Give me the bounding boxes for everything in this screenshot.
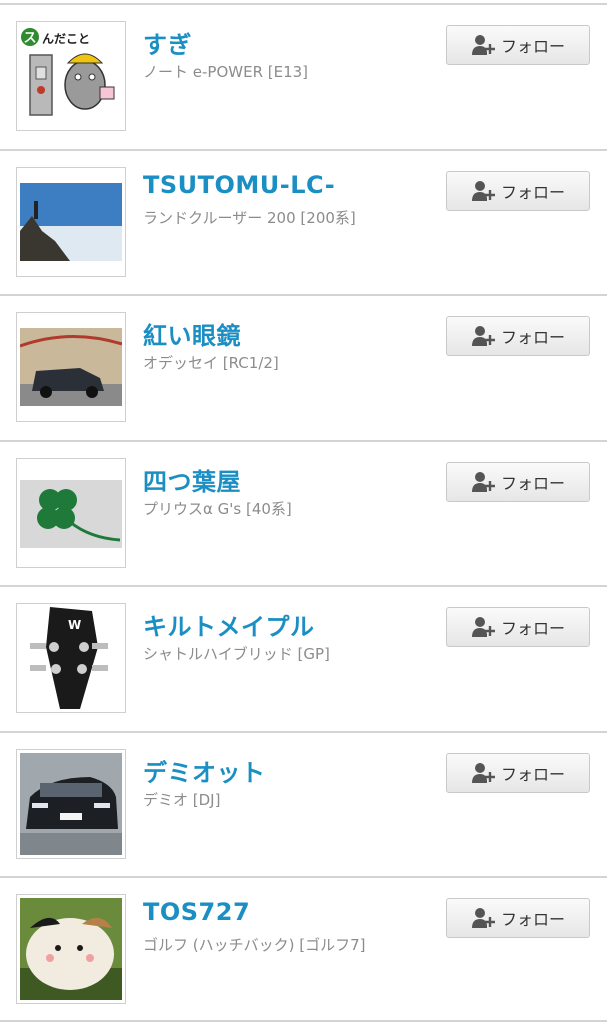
cartoon-cat-avatar-image: ス んだこと xyxy=(20,25,122,127)
list-item[interactable]: 四つ葉屋 プリウスα G's [40系] フォロー xyxy=(0,439,607,585)
user-car: シャトルハイブリッド [GP] xyxy=(143,645,330,663)
user-avatar[interactable] xyxy=(16,748,126,859)
user-name[interactable]: TSUTOMU-LC- xyxy=(143,171,335,199)
list-item[interactable]: ス んだこと すぎ ノート e-POWER [E13] フォロー xyxy=(0,3,607,149)
follow-button-label: フォロー xyxy=(500,473,565,493)
minivan-bridge-photo-image xyxy=(20,316,122,418)
user-car: デミオ [DJ] xyxy=(143,790,221,809)
user-avatar[interactable]: W xyxy=(16,603,126,713)
add-user-icon xyxy=(471,616,497,638)
user-name[interactable]: 四つ葉屋 xyxy=(143,462,241,497)
list-item[interactable]: TSUTOMU-LC- ランドクルーザー 200 [200系] フォロー xyxy=(0,148,607,294)
user-car: プリウスα G's [40系] xyxy=(143,499,292,518)
headstock-logo: W xyxy=(68,618,81,632)
guitar-headstock-image: W xyxy=(20,607,122,709)
thumb-logo-mark: ス xyxy=(23,31,36,46)
list-item[interactable]: W キルトメイプル シャトルハイブリッド [GP] フォロー xyxy=(0,585,607,731)
list-item[interactable]: 紅い眼鏡 オデッセイ [RC1/2] フォロー xyxy=(0,294,607,440)
user-car: ゴルフ (ハッチバック) [ゴルフ7] xyxy=(143,936,366,954)
list-item[interactable]: TOS727 ゴルフ (ハッチバック) [ゴルフ7] フォロー xyxy=(0,876,607,1022)
follow-button-label: フォロー xyxy=(500,182,565,202)
add-user-icon xyxy=(471,180,497,202)
follow-button[interactable]: フォロー xyxy=(446,752,590,793)
add-user-icon xyxy=(471,471,497,493)
user-car: ランドクルーザー 200 [200系] xyxy=(143,208,356,227)
user-name[interactable]: デミオット xyxy=(143,753,266,788)
user-car: オデッセイ [RC1/2] xyxy=(143,354,279,372)
follow-button-label: フォロー xyxy=(500,37,565,56)
follow-button[interactable]: フォロー xyxy=(446,607,590,647)
follow-list: ス んだこと すぎ ノート e-POWER [E13] フォロー TSUTOMU… xyxy=(0,0,607,1024)
user-name[interactable]: 紅い眼鏡 xyxy=(143,316,241,351)
add-user-icon xyxy=(471,907,497,929)
car-front-photo-image xyxy=(20,752,122,855)
cat-figure-photo-image xyxy=(20,898,122,1000)
follow-button[interactable]: フォロー xyxy=(446,316,590,356)
follow-button[interactable]: フォロー xyxy=(446,461,590,502)
user-car: ノート e-POWER [E13] xyxy=(143,63,309,81)
follow-button-label: フォロー xyxy=(500,910,565,929)
follow-button-label: フォロー xyxy=(500,328,565,347)
thumb-logo-text: んだこと xyxy=(42,32,90,46)
four-leaf-clover-image xyxy=(20,461,122,564)
follow-button[interactable]: フォロー xyxy=(446,170,590,211)
add-user-icon xyxy=(471,34,497,56)
user-name[interactable]: キルトメイプル xyxy=(143,607,315,642)
list-item[interactable]: デミオット デミオ [DJ] フォロー xyxy=(0,730,607,876)
user-avatar[interactable] xyxy=(16,166,126,277)
user-name[interactable]: TOS727 xyxy=(143,898,250,926)
add-user-icon xyxy=(471,762,497,784)
follow-button-label: フォロー xyxy=(500,619,565,638)
follow-button[interactable]: フォロー xyxy=(446,898,590,938)
user-avatar[interactable]: ス んだこと xyxy=(16,21,126,131)
add-user-icon xyxy=(471,325,497,347)
follow-button[interactable]: フォロー xyxy=(446,25,590,65)
user-name[interactable]: すぎ xyxy=(143,25,192,60)
follow-button-label: フォロー xyxy=(500,764,565,784)
user-avatar[interactable] xyxy=(16,457,126,568)
list-divider xyxy=(0,1020,607,1022)
user-avatar[interactable] xyxy=(16,894,126,1004)
user-avatar[interactable] xyxy=(16,312,126,422)
mountain-photo-image xyxy=(20,170,122,273)
